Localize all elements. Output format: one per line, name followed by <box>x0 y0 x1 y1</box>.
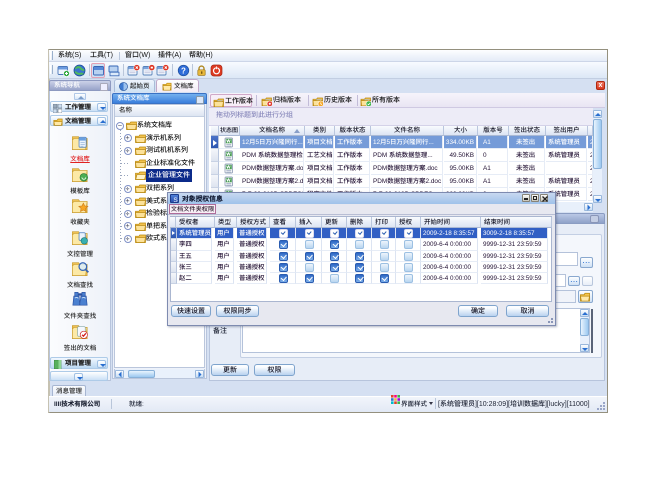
svg-text:S: S <box>173 197 178 204</box>
svg-text:?: ? <box>181 66 186 75</box>
